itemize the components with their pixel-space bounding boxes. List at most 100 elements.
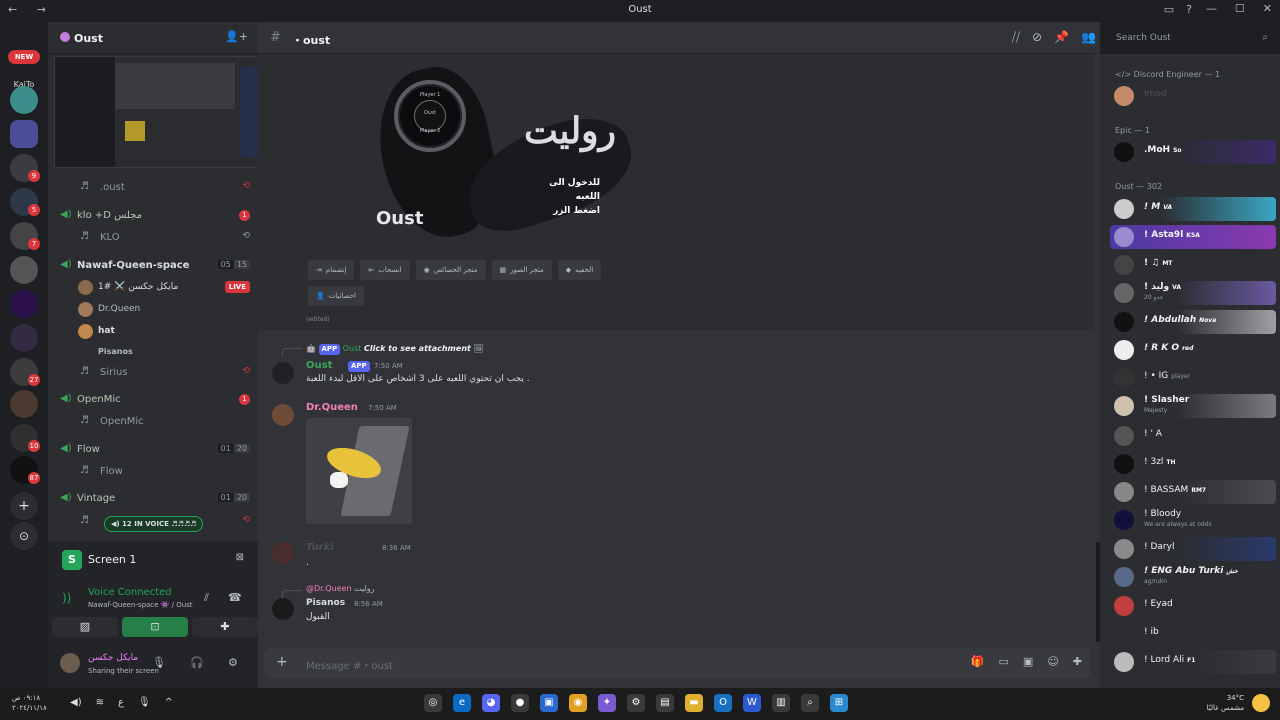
chrome-icon[interactable]: ◉ [569, 694, 587, 712]
avatar[interactable] [60, 653, 80, 673]
mute-icon[interactable]: ⊘ [1032, 30, 1042, 45]
sticker-icon[interactable]: ▣ [1023, 655, 1033, 668]
leave-button[interactable]: ⇤ انسحاب [360, 260, 410, 280]
app-icon[interactable]: ● [511, 694, 529, 712]
maximize-icon[interactable]: ☐ [1235, 2, 1245, 15]
member-item[interactable]: ! Bloody We are always at odds [1110, 508, 1276, 532]
gear-icon[interactable]: ⚙ [228, 656, 238, 669]
new-badge[interactable]: NEW [8, 50, 40, 64]
language-indicator[interactable]: ع [118, 697, 124, 708]
help-icon[interactable]: ? [1186, 3, 1192, 16]
search-icon[interactable]: ⌕ [801, 694, 819, 712]
images-shop-button[interactable]: ▦ متجر الصور [491, 260, 552, 280]
share-screen-button[interactable]: ⊡ [122, 617, 188, 637]
inbox-icon[interactable]: ▭ [1164, 3, 1174, 16]
voice-member[interactable]: Dr.Queen [48, 300, 258, 320]
member-item[interactable]: ! • IG player [1110, 366, 1276, 390]
voice-member[interactable]: مايكل جكسن ⚔️ #1 LIVE [48, 278, 258, 298]
sync-icon[interactable]: ⟲ [242, 515, 250, 525]
sync-icon[interactable]: ⟲ [242, 231, 250, 241]
avatar[interactable] [272, 542, 294, 564]
popout-icon[interactable]: ⊠ [236, 552, 244, 563]
headphones-icon[interactable]: 🎧 [190, 656, 204, 669]
reply-preview[interactable]: 🤖 APP Oust Click to see attachment 🖼 [306, 344, 484, 355]
member-item[interactable]: ! BASSAM RM7 [1110, 480, 1276, 504]
server-icon[interactable] [10, 390, 38, 418]
voice-member[interactable]: Pisanos [48, 343, 258, 363]
avatar[interactable] [272, 362, 294, 384]
camera-off-button[interactable]: ▨ [52, 617, 118, 637]
server-icon[interactable] [10, 324, 38, 352]
emoji-icon[interactable]: ☺ [1047, 655, 1058, 668]
message-input[interactable]: Message #・oust [306, 657, 393, 672]
member-item[interactable]: ! ♫ MT [1110, 253, 1276, 277]
channel-oust[interactable]: ♬ .oust ⟲ [48, 178, 258, 198]
user-name[interactable]: مايكل جكسن [88, 653, 138, 663]
member-item[interactable]: ! ' A [1110, 424, 1276, 448]
voice-channel-openmic[interactable]: ◀) OpenMic 1 [48, 390, 258, 410]
gift-icon[interactable]: 🎁 [971, 655, 985, 668]
channel-openmic[interactable]: ♬ OpenMic [48, 412, 258, 432]
voice-channel-vintage[interactable]: ◀) Vintage 01 20 [48, 489, 258, 509]
guild-header[interactable]: Oust 👤+ [48, 22, 258, 54]
member-item[interactable]: ! R K Ored [1110, 338, 1276, 362]
voice-channel-flow[interactable]: ◀) Flow 01 20 [48, 440, 258, 460]
voice-channel-klo[interactable]: ◀) klo +D مجلس 1 [48, 206, 258, 226]
add-server-icon[interactable]: + [10, 492, 38, 520]
channel-flow[interactable]: ♬ Flow [48, 462, 258, 482]
member-item[interactable]: ! M VA [1110, 197, 1276, 221]
channel-klo[interactable]: ♬ KLO ⟲ [48, 228, 258, 248]
avatar[interactable] [272, 598, 294, 620]
member-item[interactable]: ! Asta9l KSA [1110, 225, 1276, 249]
apps-icon[interactable]: ✚ [1073, 655, 1082, 668]
member-item[interactable]: ! وليد VA جدو 20 [1110, 281, 1276, 305]
member-item[interactable]: ! ENG Abu Turki خش ag/rukn [1110, 565, 1276, 589]
sync-icon[interactable]: ⟲ [242, 181, 250, 191]
edge-icon[interactable]: e [453, 694, 471, 712]
chevron-up-icon[interactable]: ^ [165, 697, 173, 708]
member-item[interactable]: ! Eyad [1110, 594, 1276, 618]
member-item[interactable]: ! Slasher Majesty [1110, 394, 1276, 418]
discord-icon[interactable]: ◕ [482, 694, 500, 712]
mic-icon[interactable]: 🎙 [152, 656, 166, 669]
weather[interactable]: 34°C مشمس غالبًا [1207, 693, 1244, 713]
stream-preview[interactable] [54, 56, 266, 168]
search-input[interactable]: Search Oust ⌕ [1110, 28, 1274, 48]
discover-icon[interactable]: ⊙ [10, 522, 38, 550]
image-attachment[interactable] [306, 418, 412, 524]
folder-icon[interactable]: ▬ [685, 694, 703, 712]
folder-icon[interactable] [10, 120, 38, 148]
features-shop-button[interactable]: ◉ متجر الخصائص [415, 260, 486, 280]
wifi-icon[interactable]: ≋ [96, 697, 104, 708]
server-icon[interactable] [10, 290, 38, 318]
minimize-icon[interactable]: — [1206, 2, 1217, 15]
member-item[interactable]: ! Lord Ali F1 [1110, 650, 1276, 674]
reply-preview[interactable]: @Dr.Queen روليت [306, 584, 375, 593]
volume-icon[interactable]: ◀) [70, 697, 82, 708]
word-icon[interactable]: W [743, 694, 761, 712]
mic-icon[interactable]: 🎙 [138, 697, 151, 708]
app-icon[interactable]: ▥ [772, 694, 790, 712]
settings-icon[interactable]: ⚙ [627, 694, 645, 712]
copilot-icon[interactable]: ✦ [598, 694, 616, 712]
disconnect-icon[interactable]: ☎ [228, 591, 242, 604]
member-item[interactable]: ! Abdullah Nova [1110, 310, 1276, 334]
sync-icon[interactable]: ⟲ [242, 366, 250, 376]
start-icon[interactable]: ⊞ [830, 694, 848, 712]
app-icon[interactable]: ▣ [540, 694, 558, 712]
member-item[interactable]: Imod [1110, 84, 1276, 108]
pin-icon[interactable]: 📌 [1054, 30, 1069, 45]
noise-suppression-icon[interactable]: ⫽ [204, 591, 209, 605]
outlook-icon[interactable]: O [714, 694, 732, 712]
member-item[interactable]: ! Daryl [1110, 537, 1276, 561]
app-icon[interactable]: ◎ [424, 694, 442, 712]
in-voice-pill[interactable]: ◀) 12 IN VOICE ♬♬♬♬ [104, 516, 204, 532]
bag-button[interactable]: ◆ الخقيه [557, 260, 602, 280]
avatar[interactable] [272, 404, 294, 426]
voice-member[interactable]: hat [48, 322, 258, 342]
members-icon[interactable]: 👥 [1081, 30, 1096, 45]
member-item[interactable]: ! ib [1110, 622, 1276, 646]
server-icon[interactable] [10, 256, 38, 284]
server-icon[interactable] [10, 86, 38, 114]
member-item[interactable]: ! 3zl TH [1110, 452, 1276, 476]
